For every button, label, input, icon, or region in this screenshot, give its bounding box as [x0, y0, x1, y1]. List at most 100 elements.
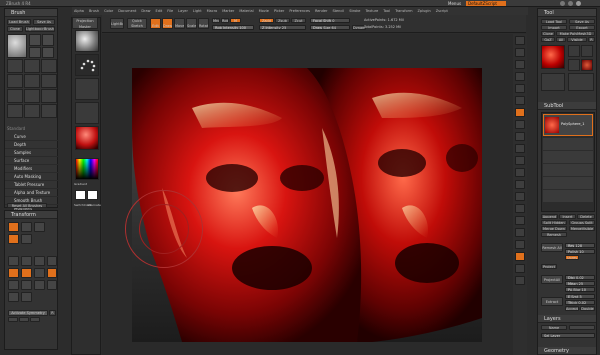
menu-material[interactable]: Material [239, 9, 253, 13]
brush-slot[interactable] [24, 74, 40, 88]
double-button[interactable]: Double [580, 306, 595, 311]
split-hidden-button[interactable]: Split Hidden [541, 220, 567, 225]
move-icon[interactable] [515, 192, 525, 201]
merge-down-button[interactable]: Merge Down [541, 226, 567, 231]
menu-draw[interactable]: Draw [141, 9, 150, 13]
xyz-icon[interactable] [515, 156, 525, 165]
subtool-item[interactable] [543, 138, 593, 150]
brush-slot[interactable] [7, 74, 23, 88]
polyf-icon[interactable] [47, 280, 57, 290]
aahalf-icon[interactable] [515, 96, 525, 105]
menu-movie[interactable]: Movie [259, 9, 269, 13]
color-picker[interactable] [75, 158, 99, 180]
ghost-icon[interactable] [515, 264, 525, 273]
y-axis-toggle[interactable] [19, 317, 29, 322]
default-zscript-button[interactable]: DefaultZScript [466, 1, 506, 6]
move-button[interactable]: Move [174, 18, 185, 29]
subtool-item[interactable] [543, 164, 593, 176]
layers-title[interactable]: Layers [538, 315, 596, 323]
brush-slot[interactable] [24, 89, 40, 103]
menu-marker[interactable]: Marker [222, 9, 234, 13]
extract-button[interactable]: Extract [541, 297, 563, 306]
tool-slot[interactable] [541, 73, 565, 91]
transform-palette-title[interactable]: Transform [5, 211, 57, 219]
persp-icon[interactable] [515, 108, 525, 117]
actual-icon[interactable] [515, 84, 525, 93]
zoom-icon[interactable] [515, 72, 525, 81]
solo-icon[interactable] [21, 292, 32, 302]
xyz-axis-icon[interactable] [8, 280, 19, 290]
alpha-shelf-icon[interactable] [75, 78, 99, 100]
transp-icon[interactable] [34, 280, 45, 290]
quick-sketch-button[interactable]: Quick Sketch [127, 18, 147, 29]
insert-button[interactable]: Insert [559, 214, 576, 219]
brush-slot[interactable] [24, 104, 40, 118]
goz-button[interactable]: GoZ [541, 37, 555, 42]
brush-slot[interactable] [41, 104, 57, 118]
save-as-button[interactable]: Save As [33, 19, 55, 25]
merge-visible-button[interactable]: MergeVisible [569, 226, 595, 231]
projection-master-button[interactable]: Projection Master [72, 17, 98, 29]
m-button[interactable]: M [230, 18, 241, 23]
draw-size-slider[interactable]: Draw Size 64 [310, 25, 350, 30]
menu-stroke[interactable]: Stroke [349, 9, 360, 13]
x-axis-toggle[interactable] [8, 317, 18, 322]
solo-icon[interactable] [515, 252, 525, 261]
scale-icon[interactable] [34, 256, 45, 266]
secondary-color-swatch[interactable] [87, 190, 98, 200]
axis-icon[interactable] [515, 168, 525, 177]
focal-shift-slider[interactable]: Focal Shift 0 [310, 18, 350, 23]
scale-button[interactable]: Scale [186, 18, 197, 29]
brush-submenu-modifiers[interactable]: Modifiers [5, 165, 59, 173]
brush-submenu-surface[interactable]: Surface [5, 157, 59, 165]
menu-tool[interactable]: Tool [383, 9, 390, 13]
brush-slot[interactable] [29, 34, 41, 46]
remesh-button[interactable]: Remesh [541, 232, 567, 237]
save-tool-as-button[interactable]: Save As [569, 19, 595, 24]
xyz-icon[interactable] [47, 268, 57, 278]
move-icon[interactable] [21, 256, 32, 266]
brush-slot[interactable] [41, 89, 57, 103]
frame-icon[interactable] [515, 180, 525, 189]
res-slider[interactable]: Res 128 [565, 243, 595, 248]
alternate-label[interactable]: Alternate [87, 203, 101, 208]
brush-submenu-auto-masking[interactable]: Auto Masking [5, 173, 59, 181]
brush-submenu-tablet-pressure[interactable]: Tablet Pressure [5, 181, 59, 189]
activate-symmetry-button[interactable]: Activate Symmetry [8, 310, 48, 316]
rotate-button[interactable]: Rotate [198, 18, 209, 29]
menu-picker[interactable]: Picker [274, 9, 284, 13]
menu-document[interactable]: Document [118, 9, 136, 13]
menu-brush[interactable]: Brush [89, 9, 99, 13]
brush-submenu-samples[interactable]: Samples [5, 149, 59, 157]
menu-render[interactable]: Render [315, 9, 327, 13]
floor-icon[interactable] [21, 268, 32, 278]
menu-preferences[interactable]: Preferences [289, 9, 310, 13]
tool-slot[interactable] [581, 45, 593, 57]
maximize-icon[interactable] [568, 1, 573, 6]
import-button[interactable]: Import [541, 25, 567, 30]
persp-icon[interactable] [8, 268, 19, 278]
stroke-shelf-icon[interactable] [75, 54, 99, 76]
menus-toggle[interactable]: Menus [448, 1, 461, 6]
thick-slider[interactable]: Thick 0.02 [565, 300, 595, 305]
menu-layer[interactable]: Layer [178, 9, 188, 13]
current-tool-thumbnail[interactable] [541, 45, 565, 69]
close-icon[interactable] [576, 1, 581, 6]
menu-file[interactable]: File [167, 9, 173, 13]
dist-slider[interactable]: Dist 0.02 [565, 275, 595, 280]
subtool-item[interactable] [543, 151, 593, 163]
texture-shelf-icon[interactable] [75, 102, 99, 124]
layer-action-button[interactable] [569, 325, 595, 330]
menu-macro[interactable]: Macro [207, 9, 218, 13]
transform-tool-icon[interactable] [21, 222, 32, 232]
zsub-button[interactable]: Zsub [275, 18, 290, 23]
transform-tool-icon[interactable] [8, 222, 19, 232]
z-intensity-slider[interactable]: Z Intensity 25 [259, 25, 306, 30]
project-all-button[interactable]: ProjectAll [541, 275, 563, 284]
main-color-swatch[interactable] [75, 190, 86, 200]
mean-slider[interactable]: Mean 25 [565, 281, 595, 286]
lsym-icon[interactable] [21, 280, 32, 290]
brush-slot[interactable] [7, 59, 23, 73]
brush-submenu-curve[interactable]: Curve [5, 133, 59, 141]
draw-button[interactable]: Draw [162, 18, 173, 29]
